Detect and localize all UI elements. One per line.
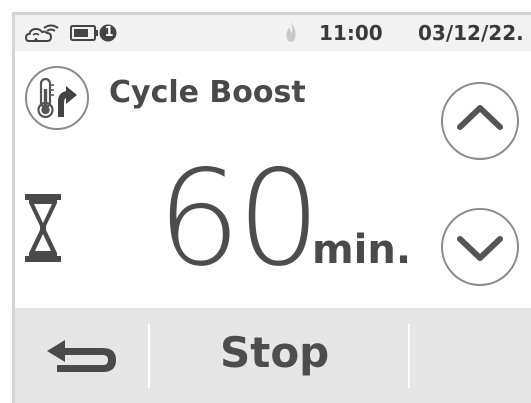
stop-button[interactable]: Stop (150, 308, 408, 403)
bottom-bar: Stop (15, 308, 531, 403)
stop-label: Stop (220, 328, 330, 377)
screen: 1 11:00 03/12/22. Cycle Boost 60 min. St… (12, 12, 531, 403)
wifi-cloud-icon (24, 24, 59, 42)
empty-softkey (410, 308, 531, 403)
frame-top (0, 0, 531, 12)
back-arrow-icon (47, 340, 116, 372)
status-bar: 1 11:00 03/12/22. (15, 15, 531, 51)
device-display: 1 11:00 03/12/22. Cycle Boost 60 min. St… (0, 0, 531, 403)
chevron-down-icon (441, 208, 519, 286)
timer-unit: min. (312, 227, 412, 273)
frame-left (0, 12, 12, 403)
mode-label: Cycle Boost (109, 75, 306, 110)
hourglass-icon (25, 194, 61, 262)
increase-button[interactable] (440, 81, 520, 161)
thermometer-boost-icon (25, 66, 89, 130)
decrease-button[interactable] (440, 207, 520, 287)
timer-value: 60 (157, 142, 321, 296)
chevron-up-icon (441, 82, 519, 160)
status-date: 03/12/22. (418, 21, 524, 45)
flame-icon (286, 22, 296, 42)
battery-badge: 1 (104, 25, 114, 40)
status-time: 11:00 (319, 21, 383, 45)
back-button[interactable] (15, 308, 148, 403)
